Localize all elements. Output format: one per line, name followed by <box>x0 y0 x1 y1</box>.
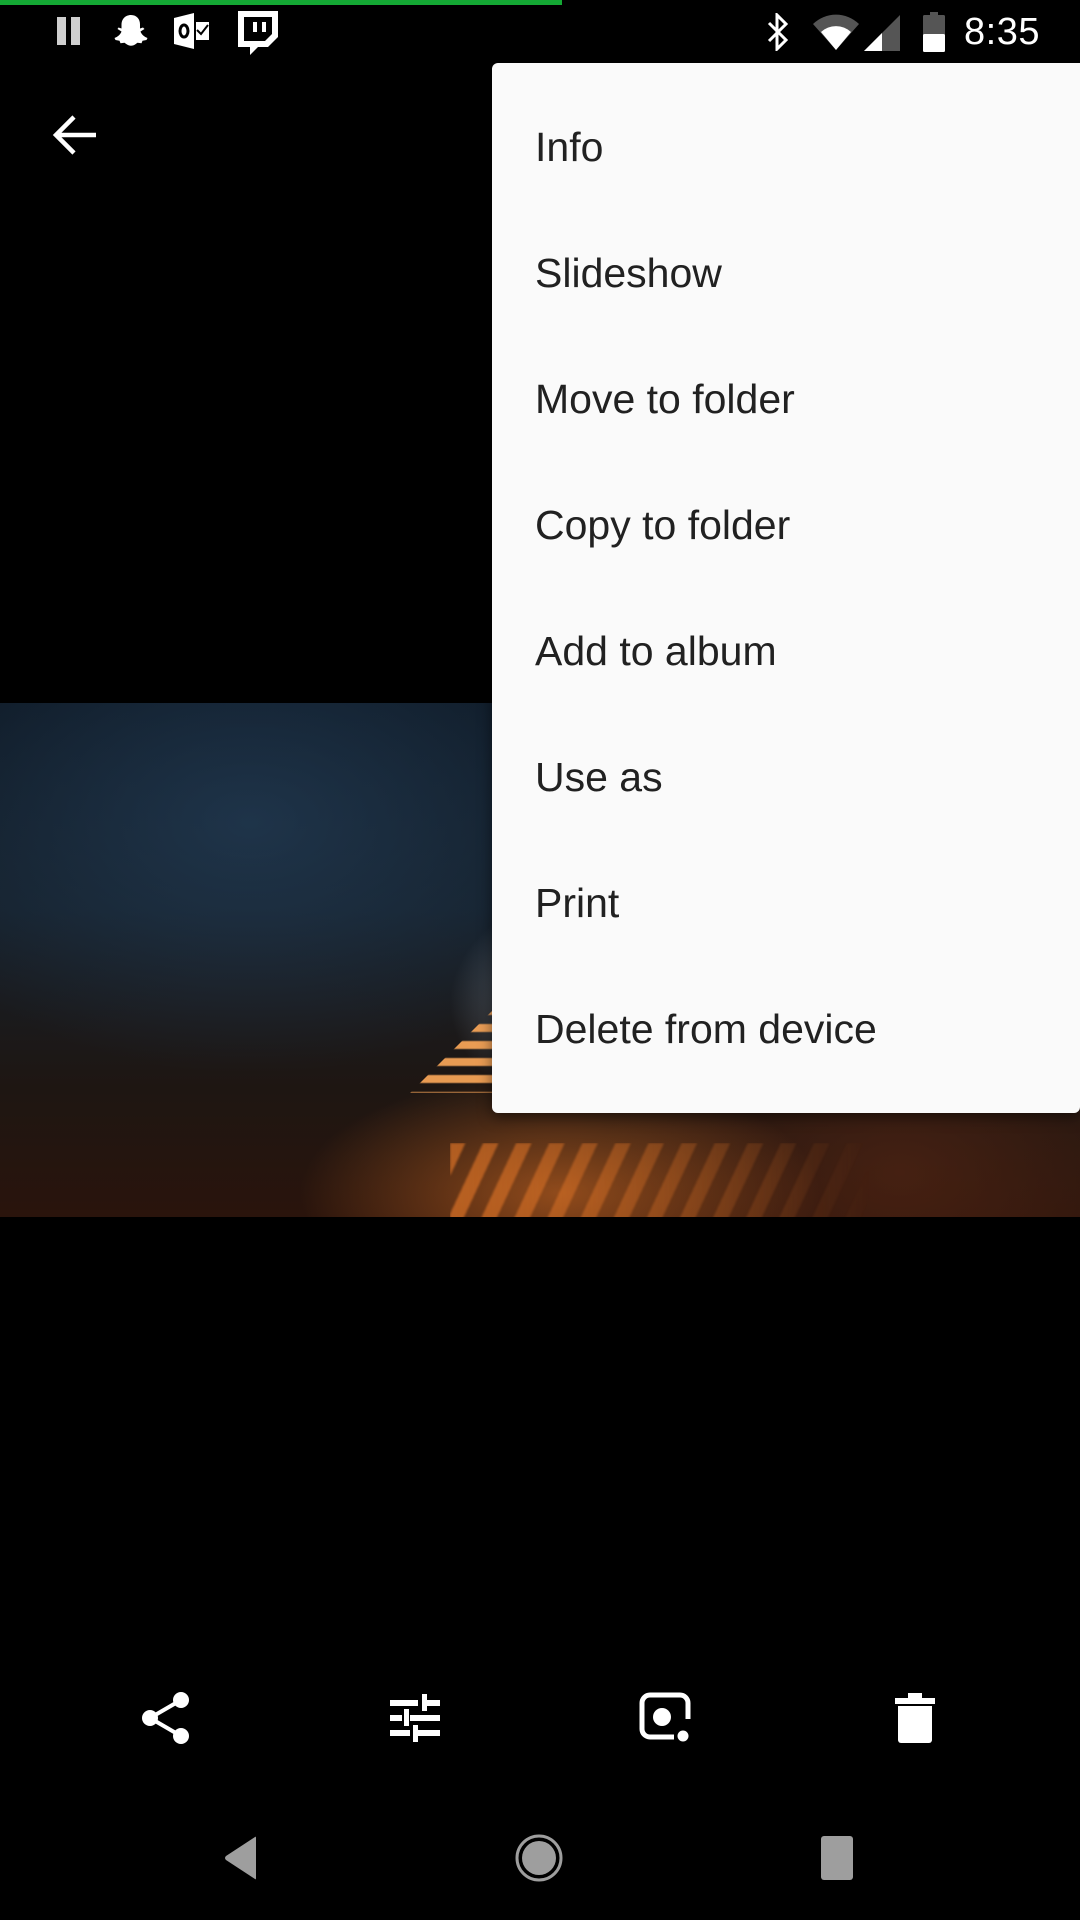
tune-icon <box>390 1693 440 1747</box>
menu-item-print[interactable]: Print <box>492 840 1080 966</box>
menu-item-move-to-folder[interactable]: Move to folder <box>492 336 1080 462</box>
clock: 8:35 <box>964 11 1040 53</box>
snapchat-icon <box>112 13 150 54</box>
nav-recents-icon <box>820 1835 854 1886</box>
menu-item-info[interactable]: Info <box>492 84 1080 210</box>
lens-icon <box>638 1691 692 1750</box>
share-icon <box>141 1691 191 1750</box>
trash-icon <box>895 1692 935 1749</box>
nav-home-button[interactable] <box>494 1820 584 1900</box>
bluetooth-icon <box>766 11 790 56</box>
pause-icon <box>57 17 81 50</box>
menu-item-copy-to-folder[interactable]: Copy to folder <box>492 462 1080 588</box>
photo-action-bar <box>0 1660 1080 1780</box>
menu-item-delete-from-device[interactable]: Delete from device <box>492 966 1080 1092</box>
outlook-icon <box>174 12 210 55</box>
battery-icon <box>923 12 945 57</box>
status-bar: 8:35 <box>0 0 1080 63</box>
nav-back-button[interactable] <box>196 1820 286 1900</box>
overflow-menu: Info Slideshow Move to folder Copy to fo… <box>492 63 1080 1113</box>
share-button[interactable] <box>126 1680 206 1760</box>
twitch-icon <box>236 9 280 60</box>
lens-button[interactable] <box>625 1680 705 1760</box>
back-button[interactable] <box>33 96 115 178</box>
nav-recents-button[interactable] <box>792 1820 882 1900</box>
delete-button[interactable] <box>875 1680 955 1760</box>
menu-item-use-as[interactable]: Use as <box>492 714 1080 840</box>
edit-button[interactable] <box>375 1680 455 1760</box>
arrow-back-icon <box>52 114 96 161</box>
nav-back-icon <box>224 1835 258 1886</box>
cell-signal-icon <box>864 15 900 56</box>
wifi-icon <box>813 14 859 55</box>
menu-item-slideshow[interactable]: Slideshow <box>492 210 1080 336</box>
photo-floor-light <box>450 1143 870 1217</box>
menu-item-add-to-album[interactable]: Add to album <box>492 588 1080 714</box>
nav-home-icon <box>514 1833 564 1888</box>
system-navigation-bar <box>0 1800 1080 1920</box>
